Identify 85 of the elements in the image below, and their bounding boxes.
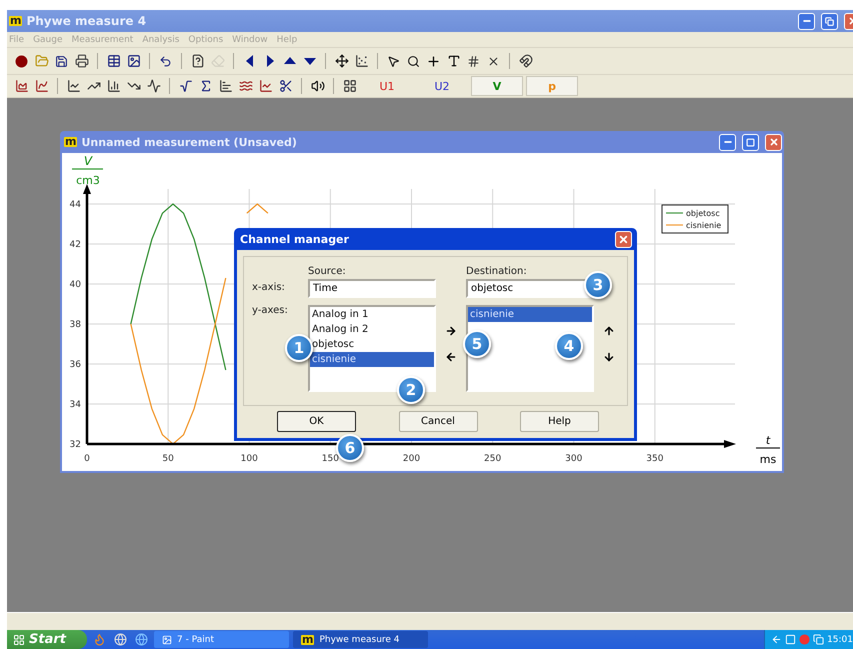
y-tick-label: 44 xyxy=(70,200,81,210)
restore-button[interactable] xyxy=(821,12,838,30)
arrow-right-icon[interactable] xyxy=(445,325,457,337)
task-label: 7 - Paint xyxy=(177,634,214,644)
dialog-button[interactable]: OK xyxy=(277,411,356,432)
table-icon[interactable] xyxy=(105,52,122,70)
x-tick-label: 200 xyxy=(402,454,420,464)
column-chart-icon[interactable] xyxy=(105,77,122,95)
y-tick-label: 38 xyxy=(70,320,81,330)
list-item[interactable]: Analog in 1 xyxy=(310,307,434,322)
taskbar-button[interactable]: 7 - Paint xyxy=(154,631,289,648)
arrow-left-icon[interactable] xyxy=(445,351,457,363)
globe-icon[interactable] xyxy=(112,630,129,648)
y-tick-label: 32 xyxy=(70,440,81,450)
app-logo: m xyxy=(9,16,22,26)
window-title: Unnamed measurement (Unsaved) xyxy=(81,136,298,148)
y-tick-label: 42 xyxy=(70,240,81,250)
channel-button[interactable]: U2 xyxy=(416,76,468,96)
dialog-title: Channel manager xyxy=(240,232,350,246)
arrow-up-icon[interactable] xyxy=(603,325,615,337)
bar-chart-icon[interactable] xyxy=(217,77,234,95)
grid-icon[interactable] xyxy=(341,77,358,95)
dialog-button[interactable]: Cancel xyxy=(398,411,478,432)
close-icon xyxy=(768,137,778,147)
input-field[interactable]: objetosc xyxy=(466,279,594,298)
close-icon xyxy=(618,234,629,244)
y-tick-label: 34 xyxy=(70,400,81,410)
chevron-icon[interactable] xyxy=(771,634,782,645)
legend-label: cisnienie xyxy=(686,221,722,230)
image-icon xyxy=(162,634,172,644)
line-chart-icon[interactable] xyxy=(257,77,274,95)
close-button[interactable] xyxy=(765,134,782,150)
restore-icon xyxy=(825,16,834,26)
x-tick-label: 300 xyxy=(565,454,582,464)
list-item[interactable]: cisnienie xyxy=(310,352,434,367)
input-field[interactable]: Time xyxy=(308,279,436,298)
window-title: Phywe measure 4 xyxy=(26,14,148,28)
activity-icon[interactable] xyxy=(145,77,162,95)
x-tick-label: 350 xyxy=(646,454,664,464)
y-tick-label: 40 xyxy=(70,280,81,290)
spline-chart-icon[interactable] xyxy=(33,77,50,95)
x-tick-label: 150 xyxy=(322,454,339,464)
minimize-button[interactable] xyxy=(798,12,815,30)
column-heading: Destination: xyxy=(466,266,528,276)
area-chart-icon[interactable] xyxy=(13,77,30,95)
maximize-button[interactable] xyxy=(742,134,759,150)
y-axis-unit: cm3 xyxy=(76,174,100,187)
maximize-icon xyxy=(746,138,755,146)
channel-button[interactable]: V xyxy=(471,76,523,96)
task-label: Phywe measure 4 xyxy=(319,634,400,644)
field-label: y-axes: xyxy=(252,305,289,316)
legend-label: objetosc xyxy=(686,209,720,218)
line-chart-icon[interactable] xyxy=(65,77,82,95)
channel-button[interactable]: p xyxy=(526,76,578,96)
channel-button[interactable]: U1 xyxy=(361,76,413,96)
x-tick-label: 250 xyxy=(484,454,502,464)
list-item[interactable]: objetosc xyxy=(310,337,434,352)
field-label: x-axis: xyxy=(252,281,286,293)
chart-icon[interactable] xyxy=(353,52,370,70)
x-axis-unit: ms xyxy=(760,453,776,466)
printer-icon[interactable] xyxy=(73,52,90,70)
x-tick-label: 0 xyxy=(84,454,90,464)
magnet-icon[interactable] xyxy=(517,52,534,70)
minimize-button[interactable] xyxy=(719,134,736,150)
app-logo: m xyxy=(301,634,314,644)
list-item[interactable]: Analog in 2 xyxy=(310,322,434,337)
clock: 15:01 xyxy=(827,634,853,644)
x-axis-label: t xyxy=(766,434,770,447)
image-icon[interactable] xyxy=(125,52,142,70)
y-axis-label: V xyxy=(84,154,92,168)
taskbar-button[interactable]: m Phywe measure 4 xyxy=(293,631,428,648)
start-button[interactable]: Start xyxy=(7,630,87,649)
browser-icon[interactable] xyxy=(133,630,150,648)
close-button[interactable] xyxy=(615,230,632,248)
move-icon[interactable] xyxy=(333,52,350,70)
dialog-button[interactable]: Help xyxy=(520,411,599,432)
y-tick-label: 36 xyxy=(70,360,81,370)
x-tick-label: 100 xyxy=(240,454,258,464)
scissors-icon[interactable] xyxy=(277,77,294,95)
app-logo: m xyxy=(64,137,78,147)
list-item[interactable]: cisnienie xyxy=(468,307,592,322)
column-heading: Source: xyxy=(308,266,347,276)
x-tick-label: 50 xyxy=(162,454,174,464)
arrow-down-icon[interactable] xyxy=(603,351,615,363)
legend-box xyxy=(662,204,728,234)
